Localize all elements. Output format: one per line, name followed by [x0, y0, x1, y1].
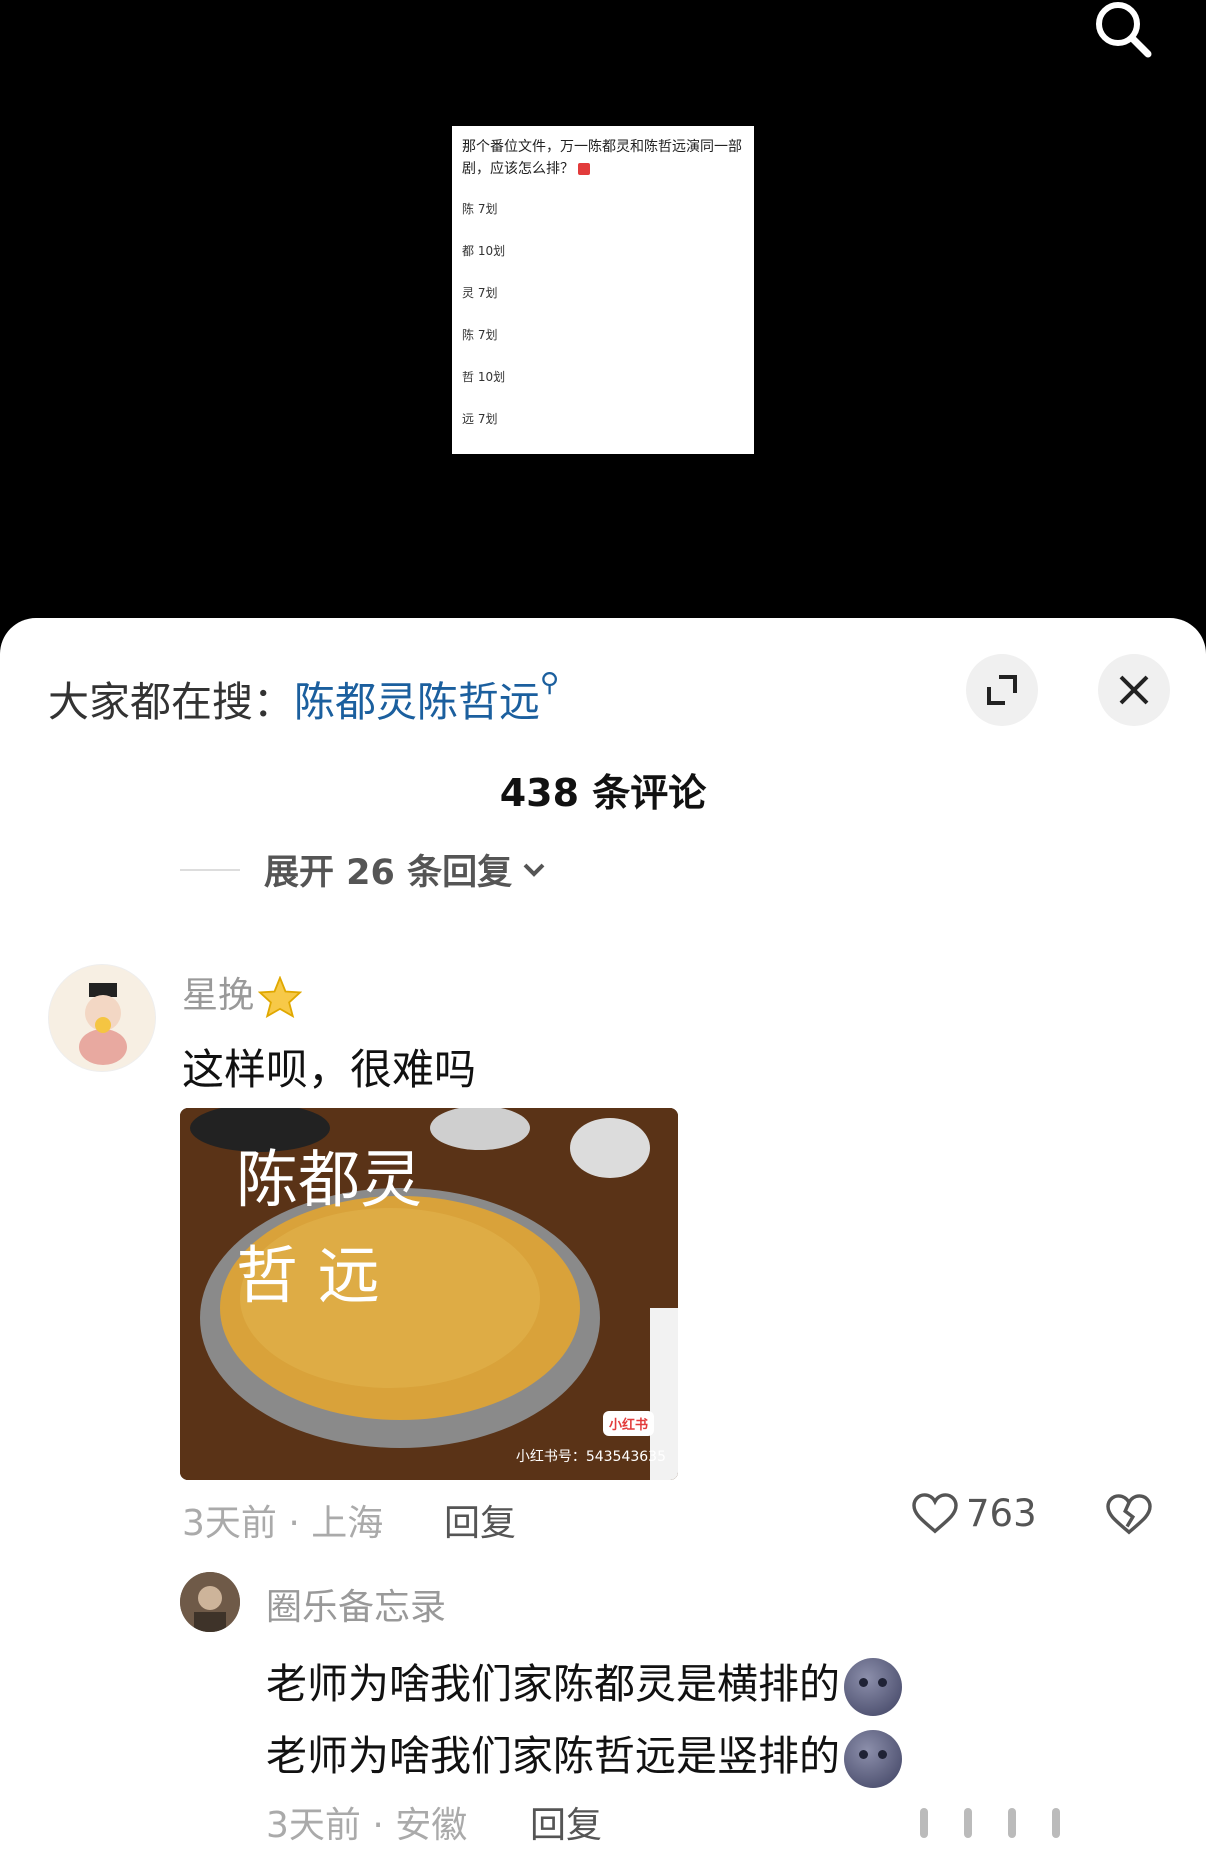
search-icon[interactable]	[1088, 0, 1158, 62]
comment-count: 438 条评论	[499, 771, 707, 815]
comment-text: 老师为啥我们家陈都灵是横排的 老师为啥我们家陈哲远是竖排的	[266, 1648, 902, 1792]
close-icon	[1119, 675, 1149, 705]
post-line: 哲 10划	[462, 370, 506, 384]
comments-sheet: 大家都在搜：陈都灵陈哲远⚲ 438 条评论 展开 26 条回复 星挽 这样呗，很…	[0, 618, 1206, 1869]
bar-segment	[920, 1808, 928, 1838]
expand-icon	[987, 675, 1017, 705]
username[interactable]: 圈乐备忘录	[266, 1578, 446, 1630]
moon-emoji-icon	[844, 1730, 902, 1788]
comment-line: 老师为啥我们家陈都灵是横排的	[266, 1660, 840, 1708]
image-watermark: 小红书号：543543635	[515, 1449, 666, 1465]
expand-replies-button[interactable]: 展开 26 条回复	[180, 844, 546, 895]
avatar[interactable]	[48, 964, 156, 1072]
post-line: 灵 7划	[462, 286, 498, 300]
heart-icon	[912, 1492, 958, 1533]
chevron-down-icon	[523, 863, 545, 877]
username[interactable]: 星挽	[182, 966, 303, 1018]
small-search-icon: ⚲	[540, 668, 560, 698]
expand-replies-label: 展开 26 条回复	[264, 853, 513, 893]
post-line: 远 7划	[462, 412, 498, 426]
hot-search-keyword[interactable]: 陈都灵陈哲远	[294, 678, 540, 726]
moon-emoji-icon	[844, 1658, 902, 1716]
post-line: 陈 7划	[462, 202, 498, 216]
bar-segment	[964, 1808, 972, 1838]
tag-icon	[578, 163, 590, 175]
post-question: 那个番位文件，万一陈都灵和陈哲远演同一部剧，应该怎么排？	[462, 139, 742, 177]
like-count: 763	[966, 1492, 1037, 1535]
bar-segment	[1008, 1808, 1016, 1838]
post-line: 都 10划	[462, 244, 506, 258]
post-image: 那个番位文件，万一陈都灵和陈哲远演同一部剧，应该怎么排？ 陈 7划 都 10划 …	[452, 126, 754, 454]
post-line: 陈 7划	[462, 328, 498, 342]
comment-meta: 3天前 · 上海	[182, 1503, 384, 1544]
avatar[interactable]	[180, 1572, 240, 1632]
comment-line: 老师为啥我们家陈哲远是竖排的	[266, 1732, 840, 1780]
star-icon	[258, 976, 303, 1018]
hot-search-prefix: 大家都在搜：	[48, 678, 294, 726]
close-button[interactable]	[1098, 654, 1170, 726]
hot-search[interactable]: 大家都在搜：陈都灵陈哲远⚲	[48, 668, 559, 728]
bar-segment	[1052, 1808, 1060, 1838]
comment-text: 这样呗，很难吗	[182, 1045, 477, 1094]
image-handwriting: 陈都灵 哲 远	[236, 1143, 423, 1312]
broken-heart-icon[interactable]	[1106, 1494, 1152, 1536]
like-button[interactable]: 763	[912, 1492, 1037, 1535]
fullscreen-button[interactable]	[966, 654, 1038, 726]
reply-button[interactable]: 回复	[444, 1494, 516, 1546]
comment-meta: 3天前 · 安徽	[266, 1805, 468, 1846]
image-badge: 小红书	[602, 1411, 654, 1436]
divider	[180, 868, 240, 871]
comment-image[interactable]: 陈都灵 哲 远 小红书 小红书号：543543635	[180, 1108, 678, 1480]
reply-button[interactable]: 回复	[530, 1796, 602, 1848]
action-bar-fragment	[920, 1808, 1060, 1838]
video-area: 那个番位文件，万一陈都灵和陈哲远演同一部剧，应该怎么排？ 陈 7划 都 10划 …	[0, 0, 1206, 640]
